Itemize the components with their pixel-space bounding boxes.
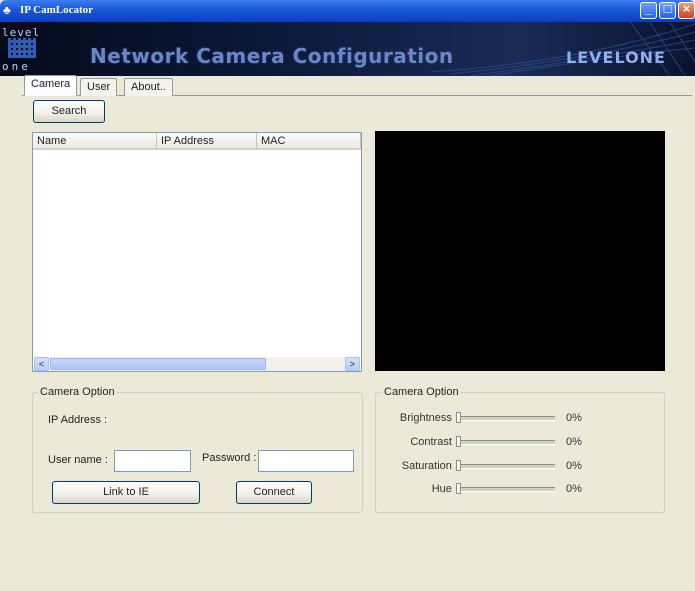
camera-list[interactable]: Name IP Address MAC < > bbox=[32, 132, 362, 372]
contrast-value: 0% bbox=[566, 436, 582, 448]
search-button[interactable]: Search bbox=[33, 100, 105, 123]
maximize-icon: □ bbox=[663, 1, 672, 16]
window-title: IP CamLocator bbox=[20, 4, 94, 16]
username-field[interactable] bbox=[114, 450, 191, 472]
column-header-ip-address[interactable]: IP Address bbox=[157, 133, 257, 150]
tab-label: Camera bbox=[31, 78, 71, 90]
tab-label: User bbox=[87, 81, 111, 93]
scrollbar-thumb[interactable] bbox=[50, 358, 266, 370]
connect-button[interactable]: Connect bbox=[236, 481, 312, 504]
password-label: Password : bbox=[202, 452, 257, 464]
levelone-brand-mark: level one bbox=[0, 24, 44, 74]
brightness-value: 0% bbox=[566, 412, 582, 424]
contrast-slider-track[interactable] bbox=[457, 440, 555, 445]
horizontal-scrollbar[interactable]: < > bbox=[34, 357, 360, 371]
app-icon: ♣ bbox=[3, 3, 11, 17]
title-bar[interactable] bbox=[0, 0, 695, 22]
saturation-slider[interactable] bbox=[456, 460, 461, 471]
hue-slider[interactable] bbox=[456, 483, 461, 494]
video-preview bbox=[375, 131, 665, 371]
minimize-button[interactable]: _ bbox=[640, 1, 657, 19]
tab-about[interactable]: About.. bbox=[124, 78, 173, 96]
saturation-value: 0% bbox=[566, 460, 582, 472]
hue-value: 0% bbox=[566, 483, 582, 495]
chevron-left-icon[interactable]: < bbox=[34, 357, 49, 371]
ip-address-label: IP Address : bbox=[48, 414, 108, 426]
contrast-slider[interactable] bbox=[456, 436, 461, 447]
tab-camera[interactable]: Camera bbox=[24, 75, 78, 96]
close-button[interactable]: × bbox=[678, 1, 695, 19]
brightness-slider-track[interactable] bbox=[457, 416, 555, 421]
maximize-button[interactable]: □ bbox=[659, 1, 676, 19]
header-banner: level one Network Camera Configuration L… bbox=[0, 22, 695, 76]
hue-label: Hue : bbox=[431, 483, 458, 495]
contrast-label: Contrast : bbox=[410, 436, 458, 448]
column-header-name[interactable]: Name bbox=[33, 133, 157, 150]
saturation-label: Saturation : bbox=[401, 460, 458, 472]
connection-group-title: Camera Option bbox=[38, 386, 117, 398]
brightness-slider[interactable] bbox=[456, 412, 461, 423]
password-field[interactable] bbox=[258, 450, 354, 472]
levelone-logo: LEVELONE bbox=[566, 48, 666, 67]
tab-label: About.. bbox=[131, 81, 166, 93]
brightness-label: Brightness : bbox=[399, 412, 458, 424]
image-adjust-group-title: Camera Option bbox=[382, 386, 461, 398]
link-to-ie-button[interactable]: Link to IE bbox=[52, 481, 200, 504]
tab-user[interactable]: User bbox=[80, 78, 118, 96]
hue-slider-track[interactable] bbox=[457, 487, 555, 492]
brand-bottom-text: one bbox=[2, 60, 31, 73]
minimize-icon: _ bbox=[644, 1, 653, 16]
banner-title: Network Camera Configuration bbox=[90, 44, 454, 68]
column-header-mac[interactable]: MAC bbox=[257, 133, 361, 150]
brand-grid-icon bbox=[8, 38, 36, 58]
close-icon: × bbox=[682, 1, 691, 16]
username-label: User name : bbox=[48, 454, 108, 466]
saturation-slider-track[interactable] bbox=[457, 464, 555, 469]
chevron-right-icon[interactable]: > bbox=[345, 357, 360, 371]
